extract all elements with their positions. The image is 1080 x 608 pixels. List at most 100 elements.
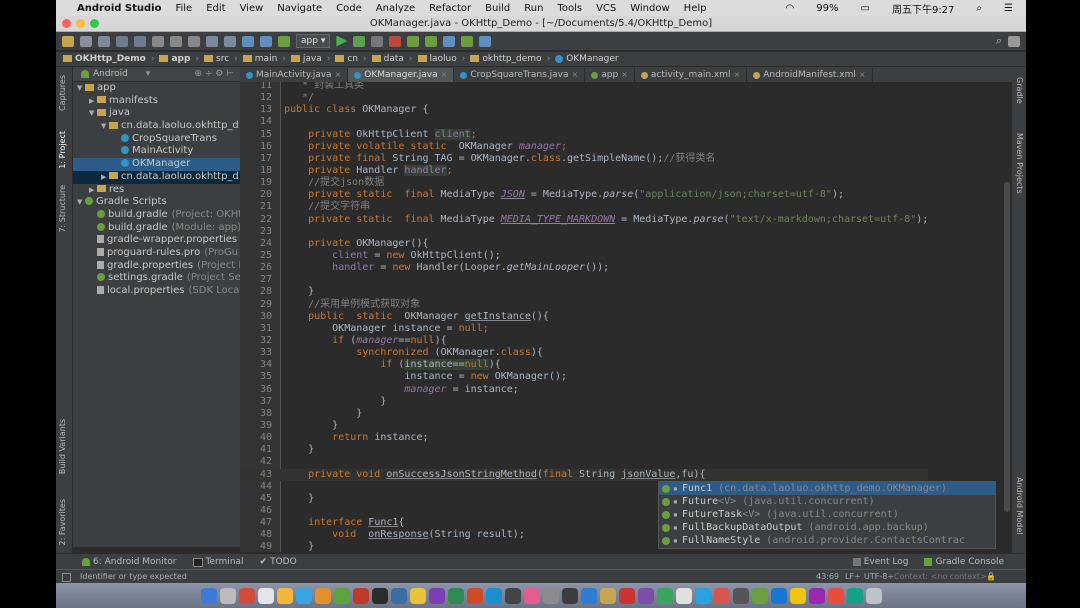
dock-app-icon[interactable] <box>352 587 369 604</box>
menu-window[interactable]: Window <box>623 3 676 14</box>
menu-build[interactable]: Build <box>478 3 517 14</box>
redo-icon[interactable] <box>134 35 146 47</box>
dock-app-icon[interactable] <box>238 587 255 604</box>
avd-manager-icon[interactable] <box>425 35 438 47</box>
code-line[interactable]: 30 public static OKManager getInstance()… <box>240 311 928 323</box>
debug-icon[interactable] <box>353 35 366 47</box>
breadcrumb-data[interactable]: data <box>369 54 407 64</box>
close-tab-icon[interactable]: × <box>859 68 866 82</box>
tree-item[interactable]: build.gradle (Project: OKHt <box>73 209 242 222</box>
menu-run[interactable]: Run <box>517 3 550 14</box>
code-line[interactable]: 17 private final String TAG = OKManager.… <box>240 153 928 165</box>
menu-code[interactable]: Code <box>329 3 369 14</box>
stop-icon[interactable] <box>389 35 402 47</box>
sync-icon[interactable] <box>98 35 110 47</box>
status-layout-icon[interactable] <box>62 573 71 582</box>
gradle-console-tab[interactable]: Gradle Console <box>916 557 1012 567</box>
search-everywhere-icon[interactable]: ⌕ <box>996 34 1002 48</box>
code-line[interactable]: 18 private Handler handler; <box>240 164 928 177</box>
menu-analyze[interactable]: Analyze <box>369 3 422 14</box>
run-config-select[interactable]: app ▾ <box>296 34 331 48</box>
dock-app-icon[interactable] <box>751 587 768 604</box>
tree-item[interactable]: CropSquareTrans <box>73 133 240 146</box>
open-icon[interactable] <box>62 35 74 47</box>
close-tab-icon[interactable]: × <box>441 68 448 82</box>
tree-item[interactable]: ▼ Gradle Scripts <box>73 196 240 209</box>
dock-app-icon[interactable] <box>485 587 502 604</box>
make-icon[interactable] <box>278 35 290 47</box>
notification-icon[interactable]: ☰ <box>997 3 1020 14</box>
code-line[interactable]: 38 } <box>240 408 928 420</box>
expand-right-icon[interactable]: ▶ <box>89 184 97 197</box>
help-icon[interactable] <box>479 35 492 47</box>
dock-app-icon[interactable] <box>447 587 464 604</box>
code-completion-popup[interactable]: ▪ Func1 (cn.data.laoluo.okhttp_demo.OKMana… <box>658 481 996 549</box>
code-line[interactable]: 26 handler = new Handler(Looper.getMainL… <box>240 262 928 274</box>
menu-help[interactable]: Help <box>677 3 714 14</box>
dock-app-icon[interactable] <box>428 587 445 604</box>
code-line[interactable]: 32 if (manager==null){ <box>240 335 928 347</box>
dock-app-icon[interactable] <box>314 587 331 604</box>
tree-item[interactable]: MainActivity <box>73 145 240 158</box>
file-encoding[interactable]: UTF-8÷ <box>864 570 894 583</box>
code-line[interactable]: 41 } <box>240 444 928 456</box>
dock-app-icon[interactable] <box>618 587 635 604</box>
tree-item[interactable]: ▼ cn.data.laoluo.okhttp_d <box>73 120 240 133</box>
dock-app-icon[interactable] <box>333 587 350 604</box>
dock-app-icon[interactable] <box>675 587 692 604</box>
tree-item[interactable]: ▼ app <box>73 82 240 95</box>
dock-app-icon[interactable] <box>637 587 654 604</box>
code-line[interactable]: 34 if (instance==null){ <box>240 359 928 371</box>
close-tab-icon[interactable]: × <box>335 68 342 82</box>
attach-icon[interactable] <box>371 35 384 47</box>
dock-app-icon[interactable] <box>580 587 597 604</box>
code-line[interactable]: 33 synchronized (OKManager.class){ <box>240 347 928 359</box>
tree-item[interactable]: proguard-rules.pro (ProGu <box>73 247 240 260</box>
breadcrumb-okhttp-demo[interactable]: okhttp_demo <box>467 54 544 64</box>
menu-refactor[interactable]: Refactor <box>422 3 478 14</box>
dock-app-icon[interactable] <box>523 587 540 604</box>
dock-app-icon[interactable] <box>276 587 293 604</box>
project-view-selector[interactable]: Android ▾ ⊕ ÷ ⚙ ⊢ <box>73 67 240 82</box>
tree-item[interactable]: OKManager <box>73 158 240 171</box>
android-monitor-tab[interactable]: 6: Android Monitor <box>74 557 185 567</box>
wifi-icon[interactable]: ◠ <box>779 3 802 14</box>
menu-tools[interactable]: Tools <box>550 3 589 14</box>
favorites-tab[interactable]: 2: Favorites <box>58 499 67 545</box>
clock[interactable]: 周五下午9:27 <box>885 1 961 16</box>
code-line[interactable]: 25 client = new OkHttpClient(); <box>240 250 928 262</box>
code-line[interactable]: 31 OKManager instance = null; <box>240 323 928 335</box>
code-line[interactable]: 36 manager = instance; <box>240 384 928 396</box>
code-line[interactable]: 43 private void onSuccessJsonStringMetho… <box>240 468 929 481</box>
expand-down-icon[interactable]: ▼ <box>101 120 109 133</box>
dock-app-icon[interactable] <box>694 587 711 604</box>
breadcrumb-app[interactable]: app <box>156 54 193 64</box>
tree-item[interactable]: local.properties (SDK Locat <box>73 285 243 298</box>
menu-file[interactable]: File <box>168 3 199 14</box>
close-window-icon[interactable] <box>62 19 71 28</box>
code-line[interactable]: 23 <box>240 226 928 238</box>
copy-icon[interactable] <box>170 35 182 47</box>
maven-projects-tab[interactable]: Maven Projects <box>1015 133 1024 194</box>
editor-tab[interactable]: MainActivity.java × <box>240 68 349 82</box>
terminal-tab[interactable]: Terminal <box>185 557 252 567</box>
expand-down-icon[interactable]: ▼ <box>77 82 85 95</box>
code-line[interactable]: 40 return instance; <box>240 432 928 444</box>
dock-app-icon[interactable] <box>865 587 882 604</box>
editor-tab[interactable]: activity_main.xml × <box>635 68 748 82</box>
dock-app-icon[interactable] <box>770 587 787 604</box>
breadcrumb-laoluo[interactable]: laoluo <box>415 54 460 64</box>
caret-position[interactable]: 43:69 <box>816 570 839 583</box>
back-icon[interactable] <box>242 35 254 47</box>
dock-app-icon[interactable] <box>200 587 217 604</box>
dock-app-icon[interactable] <box>789 587 806 604</box>
lock-icon[interactable]: 🔒 <box>986 570 996 583</box>
save-icon[interactable] <box>80 35 92 47</box>
editor-tab[interactable]: CropSquareTrans.java × <box>454 68 586 82</box>
expand-right-icon[interactable]: ▶ <box>89 95 97 108</box>
menu-edit[interactable]: Edit <box>199 3 232 14</box>
code-line[interactable]: 20 private static final MediaType JSON =… <box>240 189 928 201</box>
dock-app-icon[interactable] <box>846 587 863 604</box>
code-line[interactable]: 21 //提交字符串 <box>240 201 928 213</box>
sdk-manager-icon[interactable] <box>407 35 420 47</box>
